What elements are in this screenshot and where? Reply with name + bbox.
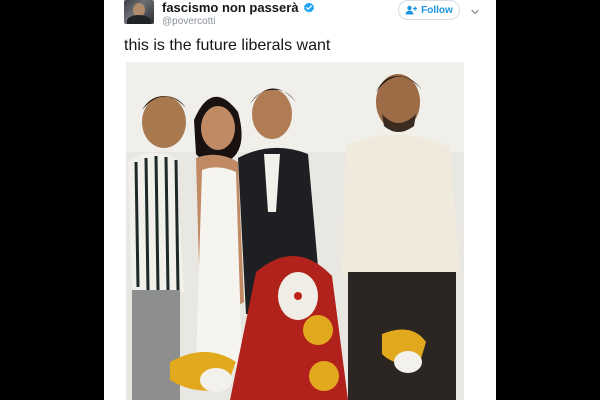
follow-button[interactable]: Follow bbox=[398, 0, 460, 20]
user-handle[interactable]: @povercotti bbox=[162, 16, 315, 28]
chevron-down-icon[interactable] bbox=[470, 4, 480, 15]
verified-badge-icon bbox=[303, 2, 315, 14]
family-portrait-image bbox=[126, 62, 464, 400]
tweet-card: fascismo non passerà @povercotti Follow bbox=[104, 0, 496, 400]
display-name-row[interactable]: fascismo non passerà bbox=[162, 0, 315, 15]
avatar-shoulders bbox=[127, 15, 151, 24]
user-names[interactable]: fascismo non passerà @povercotti bbox=[162, 0, 315, 28]
avatar[interactable] bbox=[124, 0, 154, 24]
display-name[interactable]: fascismo non passerà bbox=[162, 0, 299, 15]
add-user-icon bbox=[405, 5, 418, 15]
tweet-photo[interactable] bbox=[126, 62, 464, 400]
tweet-header: fascismo non passerà @povercotti Follow bbox=[104, 0, 496, 30]
follow-label: Follow bbox=[421, 4, 453, 16]
tweet-text: this is the future liberals want bbox=[124, 37, 331, 54]
